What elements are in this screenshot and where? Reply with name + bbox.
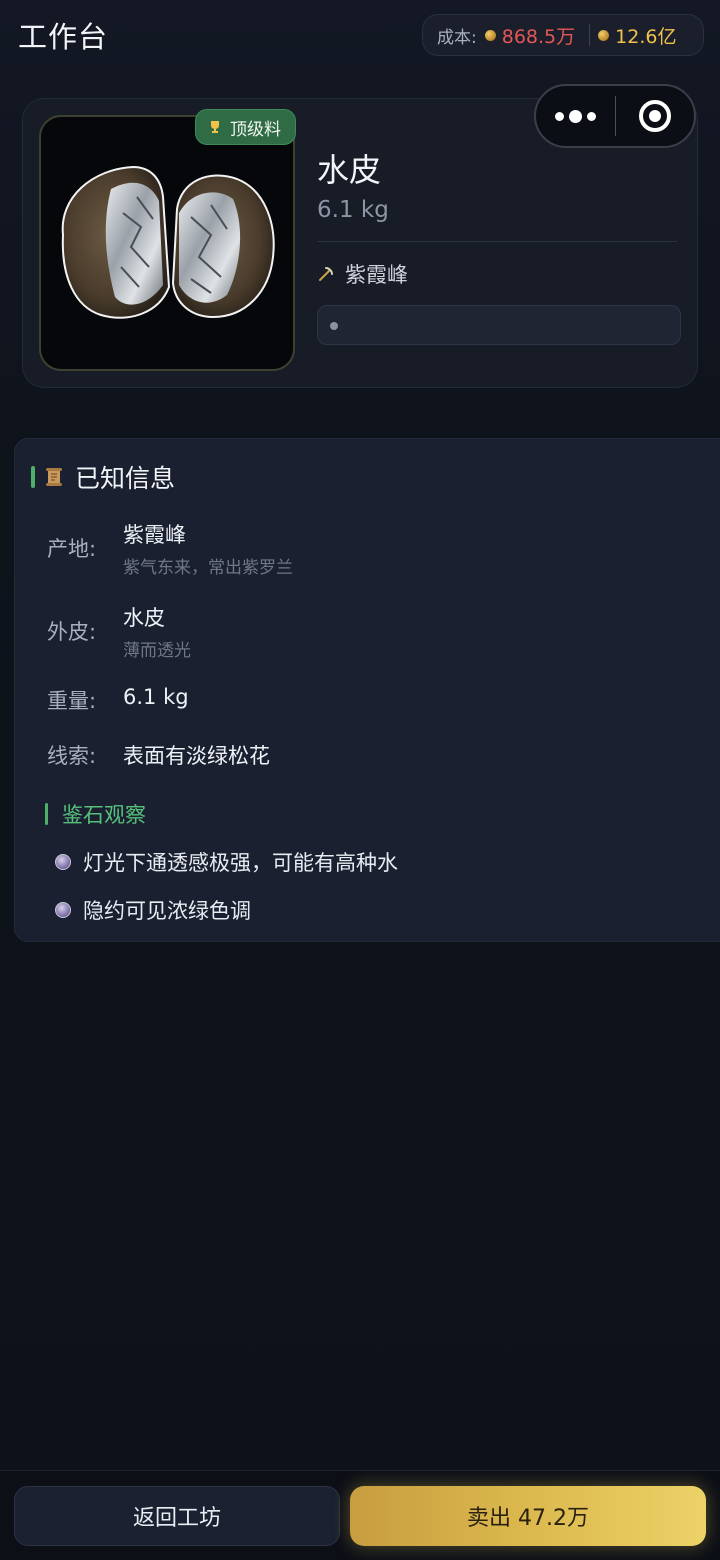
- origin-row: 紫霞峰: [317, 259, 408, 289]
- gem-icon: [55, 902, 71, 918]
- info-value: 6.1 kg: [123, 685, 189, 709]
- more-dots-icon[interactable]: [536, 86, 615, 146]
- trophy-icon: [211, 121, 219, 133]
- cost-label: 成本:: [437, 27, 477, 48]
- mini-program-capsule: [534, 84, 696, 148]
- accent-bar: [45, 803, 48, 825]
- info-value: 紫霞峰: [123, 523, 186, 547]
- info-label: 外皮:: [47, 620, 97, 644]
- observation-text: 隐约可见浓绿色调: [83, 899, 251, 923]
- bottom-action-bar: 返回工坊 卖出 47.2万: [0, 1470, 720, 1560]
- progress-indicator: [330, 322, 338, 330]
- accent-bar: [31, 466, 35, 488]
- coin-icon: [484, 29, 496, 41]
- observation-item: 灯光下通透感极强，可能有高种水: [55, 847, 398, 877]
- scroll-icon: [46, 468, 62, 486]
- observation-header: 鉴石观察: [45, 799, 146, 829]
- pill-divider: [589, 24, 591, 46]
- rough-stone-illustration: [61, 165, 275, 319]
- sell-button[interactable]: 卖出 47.2万: [350, 1486, 706, 1546]
- back-to-workshop-button[interactable]: 返回工坊: [14, 1486, 340, 1546]
- card-divider: [317, 241, 677, 242]
- stone-image: [39, 115, 295, 371]
- info-note: 薄而透光: [123, 641, 191, 661]
- observation-item: 隐约可见浓绿色调: [55, 895, 251, 925]
- info-label: 线索:: [47, 744, 97, 768]
- info-value: 表面有淡绿松花: [123, 744, 270, 768]
- info-label: 产地:: [47, 537, 97, 561]
- top-bar: 工作台 成本: 868.5万 12.6亿: [0, 0, 720, 72]
- info-value: 水皮: [123, 606, 165, 630]
- page-title: 工作台: [18, 20, 109, 54]
- info-label: 重量:: [47, 689, 97, 713]
- panel-title: 已知信息: [75, 464, 176, 493]
- workbench-page: 工作台 成本: 868.5万 12.6亿 顶级料 水皮 6.1 kg 紫霞峰 已…: [0, 0, 720, 1560]
- observation-title: 鉴石观察: [62, 803, 146, 827]
- inspection-progress-bar: [317, 305, 681, 345]
- grade-label: 顶级料: [230, 119, 281, 140]
- grade-badge: 顶级料: [195, 109, 296, 145]
- stone-weight: 6.1 kg: [317, 197, 389, 223]
- currency-pill: 成本: 868.5万 12.6亿: [422, 14, 704, 56]
- money-value: 12.6亿: [615, 25, 677, 48]
- coin-icon: [598, 29, 610, 41]
- panel-header: 已知信息: [31, 459, 175, 495]
- target-circle-icon[interactable]: [616, 86, 695, 146]
- stone-name: 水皮: [317, 151, 382, 189]
- pickaxe-icon: [319, 267, 333, 281]
- info-note: 紫气东来，常出紫罗兰: [123, 558, 293, 578]
- origin-name: 紫霞峰: [345, 263, 408, 287]
- observation-text: 灯光下通透感极强，可能有高种水: [83, 851, 398, 875]
- gem-icon: [55, 854, 71, 870]
- known-info-panel: 已知信息 产地: 紫霞峰 紫气东来，常出紫罗兰 外皮: 水皮 薄而透光 重量: …: [14, 438, 720, 942]
- cost-value: 868.5万: [501, 25, 576, 48]
